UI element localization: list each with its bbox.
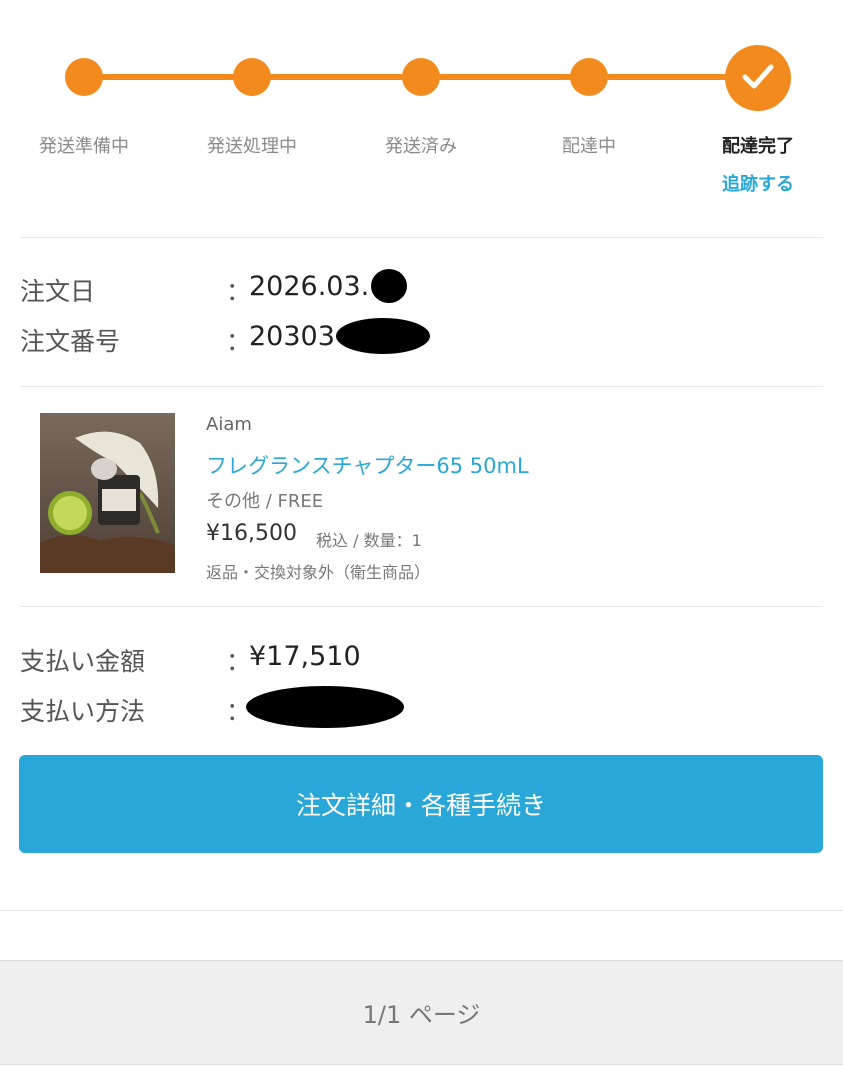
divider xyxy=(20,606,823,607)
order-date-label: 注文日 xyxy=(20,277,96,306)
step-label-shipped: 発送済み xyxy=(385,136,457,157)
checkmark-icon xyxy=(742,64,774,89)
redaction-mark xyxy=(246,686,404,728)
product-name-link[interactable]: フレグランスチャプター65 50mL xyxy=(206,450,529,480)
redaction-mark xyxy=(336,318,430,354)
shipping-progress-tracker: 発送準備中 発送処理中 発送済み 配達中 配達完了 追跡する xyxy=(0,0,843,200)
payment-amount-value: ¥17,510 xyxy=(249,641,361,672)
product-brand: Aiam xyxy=(206,414,252,435)
step-dot-shipped xyxy=(402,58,440,96)
redaction-mark xyxy=(371,269,407,303)
step-dot-in-delivery xyxy=(570,58,608,96)
order-card: 発送準備中 発送処理中 発送済み 配達中 配達完了 追跡する 注文日 ： 202… xyxy=(0,0,843,912)
step-label-processing: 発送処理中 xyxy=(207,136,297,157)
track-shipment-link[interactable]: 追跡する xyxy=(688,170,828,196)
step-label-preparing: 発送準備中 xyxy=(39,136,129,157)
order-date-colon: ： xyxy=(226,277,252,306)
order-number-label: 注文番号 xyxy=(20,327,121,356)
return-policy-note: 返品・交換対象外（衛生商品） xyxy=(206,563,431,582)
step-label-in-delivery: 配達中 xyxy=(562,136,616,157)
divider xyxy=(20,386,823,387)
product-price: ¥16,500 xyxy=(206,521,297,546)
order-date-value: 2026.03. xyxy=(249,271,370,302)
card-bottom-border xyxy=(0,910,843,911)
payment-method-label: 支払い方法 xyxy=(20,697,146,726)
step-dot-delivered xyxy=(725,45,791,111)
order-details-button[interactable]: 注文詳細・各種手続き xyxy=(19,755,823,853)
step-label-delivered: 配達完了 xyxy=(722,136,794,157)
page-indicator: 1/1 ページ xyxy=(362,1001,481,1029)
product-photo xyxy=(40,413,175,573)
payment-amount-label: 支払い金額 xyxy=(20,647,146,676)
order-number-colon: ： xyxy=(226,327,252,356)
divider xyxy=(20,237,823,238)
product-image[interactable] xyxy=(40,413,175,573)
price-tax-quantity: 税込 / 数量：1 xyxy=(316,531,422,550)
pagination-bar: 1/1 ページ xyxy=(0,960,843,1065)
product-variant: その他 / FREE xyxy=(206,491,324,512)
payment-amount-colon: ： xyxy=(226,647,252,676)
order-number-value: 20303 xyxy=(249,321,335,352)
step-dot-preparing xyxy=(65,58,103,96)
step-dot-processing xyxy=(233,58,271,96)
